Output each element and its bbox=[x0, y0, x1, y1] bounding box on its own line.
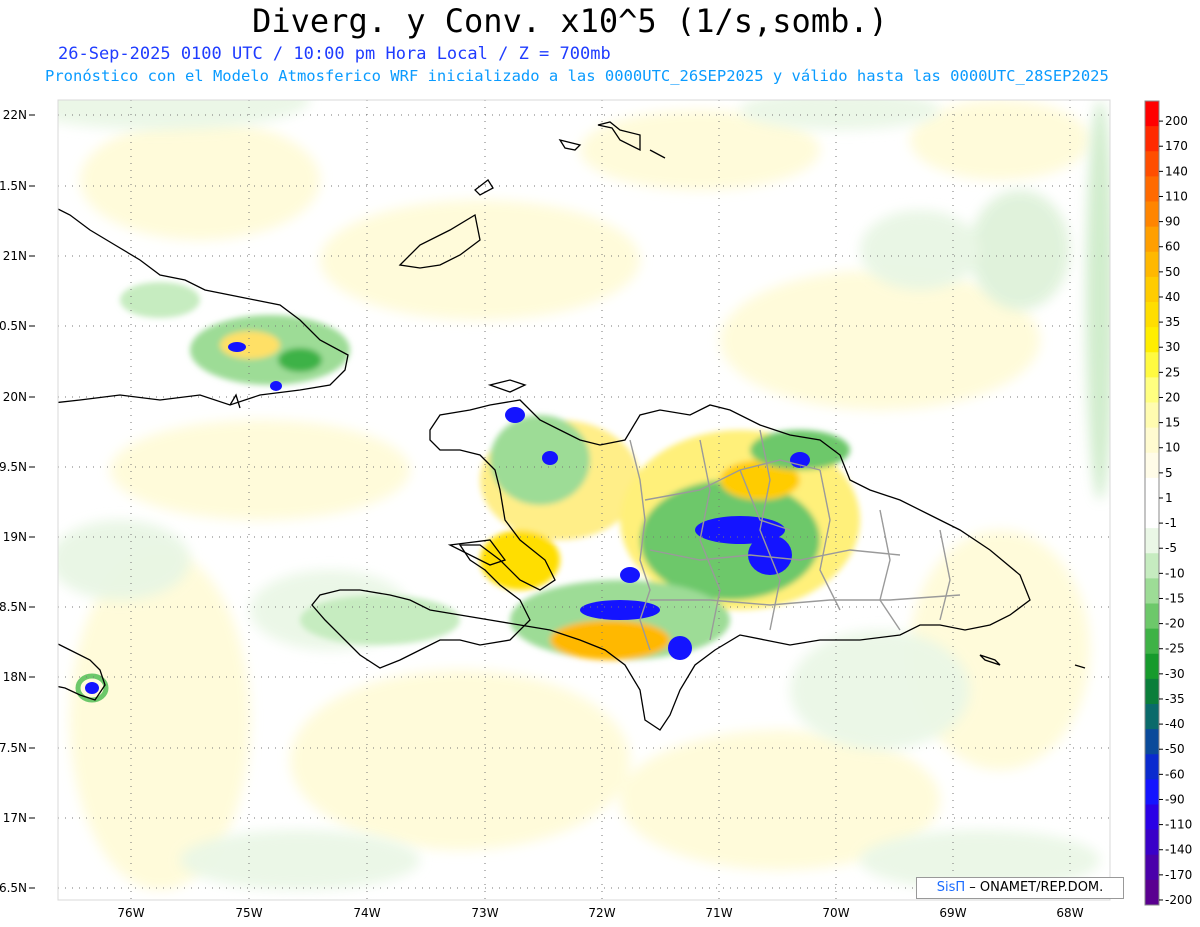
colorbar-label: 30 bbox=[1165, 340, 1180, 354]
credit-text: – ONAMET/REP.DOM. bbox=[965, 880, 1104, 895]
colorbar-swatch bbox=[1145, 829, 1159, 856]
colorbar-swatch bbox=[1145, 729, 1159, 755]
colorbar-label: -35 bbox=[1165, 692, 1185, 706]
colorbar-swatch bbox=[1145, 779, 1159, 805]
colorbar-swatch bbox=[1145, 628, 1159, 655]
colorbar-label: -30 bbox=[1165, 667, 1185, 681]
colorbar-label: 5 bbox=[1165, 466, 1173, 480]
lat-label: 22N bbox=[3, 108, 27, 122]
lon-label: 76W bbox=[117, 906, 144, 920]
lon-label: 75W bbox=[235, 906, 262, 920]
colorbar-swatch bbox=[1145, 126, 1159, 152]
colorbar-label: 25 bbox=[1165, 365, 1180, 379]
colorbar-label: 90 bbox=[1165, 215, 1180, 229]
lat-label: 17N bbox=[3, 811, 27, 825]
colorbar-label: -60 bbox=[1165, 767, 1185, 781]
colorbar-label: 110 bbox=[1165, 189, 1188, 203]
colorbar-label: -50 bbox=[1165, 742, 1185, 756]
colorbar-label: 200 bbox=[1165, 114, 1188, 128]
colorbar-swatch bbox=[1145, 251, 1159, 278]
lon-label: 72W bbox=[588, 906, 615, 920]
colorbar-swatch bbox=[1145, 402, 1159, 429]
lat-label: 8.5N bbox=[0, 600, 27, 614]
colorbar-swatch bbox=[1145, 427, 1159, 454]
colorbar-swatch bbox=[1145, 302, 1159, 328]
divergence-map: 76W 75W 74W 73W 72W 71W 70W 69W 68W 22N 1.5N 21N 0.… bbox=[0, 99, 1111, 920]
lon-label: 74W bbox=[353, 906, 380, 920]
lon-label: 69W bbox=[939, 906, 966, 920]
colorbar-label: 40 bbox=[1165, 290, 1180, 304]
colorbar-label: -90 bbox=[1165, 792, 1185, 806]
colorbar-swatch bbox=[1145, 804, 1159, 831]
colorbar-label: 20 bbox=[1165, 390, 1180, 404]
colorbar-swatch bbox=[1145, 176, 1159, 202]
lat-label: 6.5N bbox=[0, 881, 27, 895]
lat-label: 1.5N bbox=[0, 179, 27, 193]
colorbar-swatch bbox=[1145, 151, 1159, 177]
lon-label: 68W bbox=[1056, 906, 1083, 920]
credit-box: SisΠ – ONAMET/REP.DOM. bbox=[916, 877, 1124, 899]
longitude-labels: 76W 75W 74W 73W 72W 71W 70W 69W 68W bbox=[117, 906, 1083, 920]
lat-label: 18N bbox=[3, 670, 27, 684]
colorbar-label: -20 bbox=[1165, 617, 1185, 631]
colorbar-label: 60 bbox=[1165, 240, 1180, 254]
credit-brand: SisΠ bbox=[936, 880, 966, 895]
colorbar-label: 35 bbox=[1165, 315, 1180, 329]
colorbar-swatch bbox=[1145, 477, 1159, 504]
lon-label: 71W bbox=[705, 906, 732, 920]
colorbar-swatch bbox=[1145, 352, 1159, 378]
colorbar-label: 10 bbox=[1165, 441, 1180, 455]
colorbar-label: -10 bbox=[1165, 566, 1185, 580]
colorbar-swatch bbox=[1145, 603, 1159, 630]
colorbar-swatch bbox=[1145, 377, 1159, 403]
colorbar-swatch bbox=[1145, 854, 1159, 881]
lat-label: 0.5N bbox=[0, 319, 27, 333]
colorbar-label: 1 bbox=[1165, 491, 1173, 505]
lon-label: 73W bbox=[471, 906, 498, 920]
colorbar-label: -110 bbox=[1165, 818, 1192, 832]
colorbar-swatch bbox=[1145, 327, 1159, 353]
colorbar-label: -200 bbox=[1165, 893, 1192, 906]
colorbar-swatch bbox=[1145, 553, 1159, 579]
colorbar-swatch bbox=[1145, 101, 1159, 127]
shaded-field bbox=[58, 100, 1110, 900]
colorbar-label: -5 bbox=[1165, 541, 1177, 555]
colorbar-swatch bbox=[1145, 503, 1159, 529]
colorbar-label: -15 bbox=[1165, 591, 1185, 605]
colorbar-label: 50 bbox=[1165, 265, 1180, 279]
lat-label: 21N bbox=[3, 249, 27, 263]
colorbar-label: 140 bbox=[1165, 164, 1188, 178]
colorbar-swatch bbox=[1145, 879, 1159, 906]
colorbar-label: -40 bbox=[1165, 717, 1185, 731]
colorbar-swatch bbox=[1145, 452, 1159, 479]
colorbar-swatch bbox=[1145, 578, 1159, 604]
colorbar-swatch bbox=[1145, 678, 1159, 705]
colorbar-label: -170 bbox=[1165, 868, 1192, 882]
colorbar-swatch bbox=[1145, 653, 1159, 680]
colorbar-swatch bbox=[1145, 704, 1159, 730]
lat-label: 20N bbox=[3, 390, 27, 404]
colorbar-swatch bbox=[1145, 528, 1159, 554]
colorbar-swatch bbox=[1145, 754, 1159, 780]
colorbar-label: -1 bbox=[1165, 516, 1177, 530]
lon-label: 70W bbox=[822, 906, 849, 920]
colorbar-label: 170 bbox=[1165, 139, 1188, 153]
colorbar: 200 170 140 110 90 60 50 40 35 30 25 20 15 10 5 1 -1 -5 -1… bbox=[1144, 100, 1192, 906]
lat-label: 9.5N bbox=[0, 460, 27, 474]
latitude-labels: 22N 1.5N 21N 0.5N 20N 9.5N 19N 8.5N 18N 7.5N 17N 6.… bbox=[0, 108, 35, 895]
colorbar-label: -25 bbox=[1165, 642, 1185, 656]
colorbar-label: 15 bbox=[1165, 416, 1180, 430]
colorbar-swatch bbox=[1145, 226, 1159, 253]
colorbar-swatch bbox=[1145, 201, 1159, 228]
lat-label: 19N bbox=[3, 530, 27, 544]
colorbar-swatch bbox=[1145, 276, 1159, 303]
lat-label: 7.5N bbox=[0, 741, 27, 755]
colorbar-label: -140 bbox=[1165, 843, 1192, 857]
